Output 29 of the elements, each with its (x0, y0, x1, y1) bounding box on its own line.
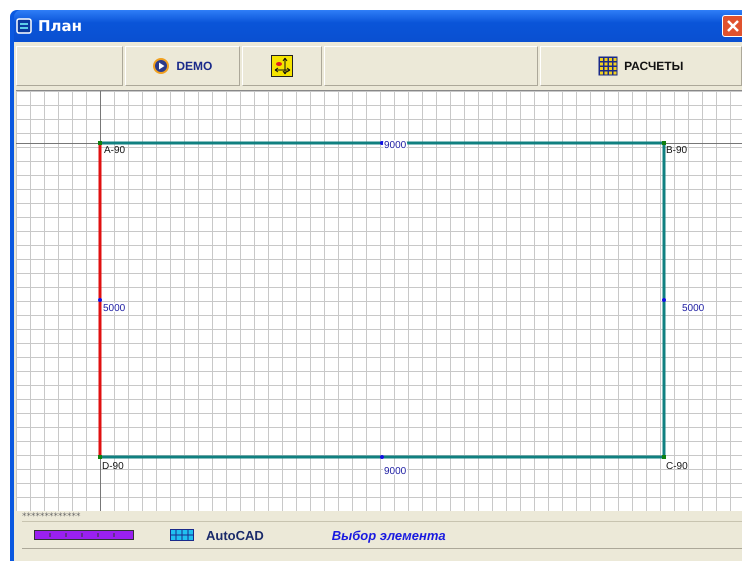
midpoint-marker[interactable] (98, 298, 102, 302)
mode-label: Выбор элемента (332, 528, 446, 542)
window-title: План (38, 17, 84, 35)
close-icon (726, 19, 740, 33)
corner-marker[interactable] (662, 455, 666, 459)
corner-label: B-90 (666, 145, 688, 156)
dimension-label: 9000 (384, 466, 406, 477)
corner-label: D-90 (102, 461, 124, 472)
move-arrows-icon (271, 55, 294, 77)
grid-icon (598, 56, 618, 76)
corner-label: A-90 (104, 145, 126, 156)
corner-marker[interactable] (98, 455, 102, 459)
dimension-label: 5000 (103, 303, 126, 314)
calculations-button[interactable]: РАСЧЕТЫ (540, 46, 742, 86)
midpoint-marker[interactable] (380, 141, 384, 145)
close-button[interactable] (722, 15, 742, 37)
corner-marker[interactable] (662, 141, 666, 145)
move-button[interactable] (242, 46, 322, 86)
corner-label: C-90 (666, 461, 688, 472)
demo-button[interactable]: DEMO (124, 46, 240, 86)
autocad-label: AutoCAD (206, 528, 264, 542)
window-menu-icon[interactable] (16, 18, 32, 34)
status-caption: ************* (22, 513, 82, 521)
dimension-label: 5000 (682, 303, 704, 314)
play-icon (152, 57, 170, 75)
midpoint-marker[interactable] (380, 455, 384, 459)
table-icon (170, 529, 194, 541)
midpoint-marker[interactable] (662, 298, 666, 302)
corner-marker[interactable] (98, 141, 102, 145)
